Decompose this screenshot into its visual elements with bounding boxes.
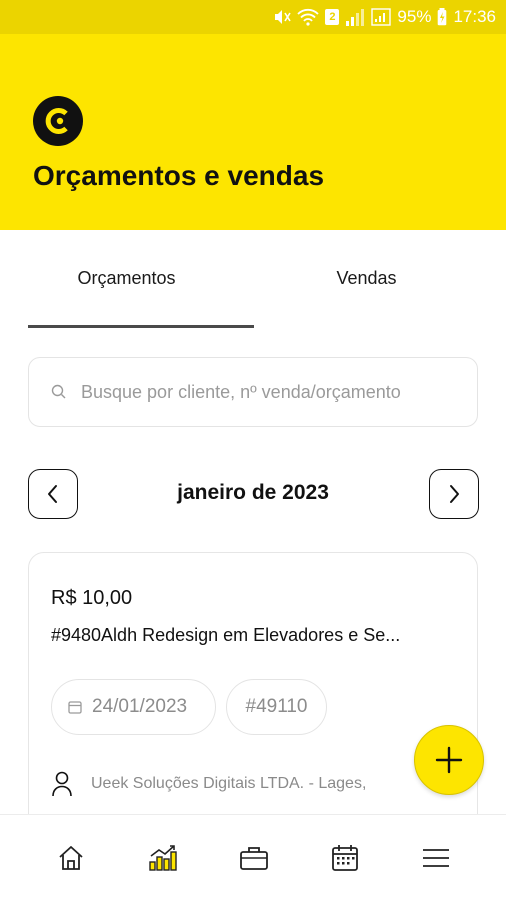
- status-bar: 2 95% 17:36: [0, 0, 506, 34]
- quote-date-chip: 24/01/2023: [51, 679, 216, 735]
- search-box: [28, 357, 478, 427]
- quote-card[interactable]: R$ 10,00 #9480Aldh Redesign em Elevadore…: [28, 552, 478, 852]
- add-button[interactable]: [414, 725, 484, 795]
- client-name: Ueek Soluções Digitais LTDA. - Lages,: [91, 775, 367, 792]
- tab-bar: Orçamentos Vendas: [0, 230, 506, 330]
- bottom-navigation: [0, 814, 506, 900]
- sim-badge: 2: [325, 9, 340, 25]
- briefcase-icon: [239, 847, 268, 870]
- tab-orcamentos[interactable]: Orçamentos: [0, 230, 253, 326]
- nav-services[interactable]: [203, 815, 304, 900]
- wifi-icon: [297, 8, 320, 26]
- tab-vendas[interactable]: Vendas: [240, 230, 493, 326]
- home-icon: [58, 846, 83, 870]
- quote-date: 24/01/2023: [92, 696, 188, 717]
- nav-home[interactable]: [20, 815, 121, 900]
- battery-percent: 95%: [397, 7, 432, 26]
- person-icon: [52, 771, 72, 797]
- app-header: Orçamentos e vendas: [0, 34, 506, 230]
- nav-calendar[interactable]: [294, 815, 395, 900]
- app-logo: [33, 96, 83, 146]
- status-indicators: 2 95% 17:36: [273, 6, 496, 28]
- menu-icon: [422, 849, 449, 867]
- quote-code-chip: #49110: [226, 679, 327, 735]
- chart-icon: [148, 845, 177, 871]
- calendar-icon: [331, 845, 358, 871]
- next-month-button[interactable]: [429, 469, 479, 519]
- page-title: Orçamentos e vendas: [33, 160, 325, 191]
- battery-icon: [438, 8, 447, 26]
- plus-icon: [435, 746, 463, 774]
- quote-title: #9480Aldh Redesign em Elevadores e Se...: [51, 625, 401, 645]
- signal-icon: [346, 9, 365, 26]
- nav-sales[interactable]: [112, 815, 213, 900]
- quote-amount: R$ 10,00: [51, 587, 133, 609]
- calendar-small-icon: [68, 701, 82, 714]
- month-navigator: janeiro de 2023: [0, 468, 506, 520]
- search-icon: [51, 384, 66, 399]
- chevron-right-icon: [450, 485, 459, 503]
- mute-icon: [275, 10, 292, 24]
- clock: 17:36: [453, 7, 496, 26]
- signal-2-icon: [371, 8, 392, 26]
- active-tab-indicator: [28, 325, 254, 328]
- nav-menu[interactable]: [385, 815, 486, 900]
- quote-code: #49110: [245, 696, 308, 717]
- quote-client: Ueek Soluções Digitais LTDA. - Lages,: [51, 771, 366, 797]
- search-input[interactable]: [81, 381, 461, 403]
